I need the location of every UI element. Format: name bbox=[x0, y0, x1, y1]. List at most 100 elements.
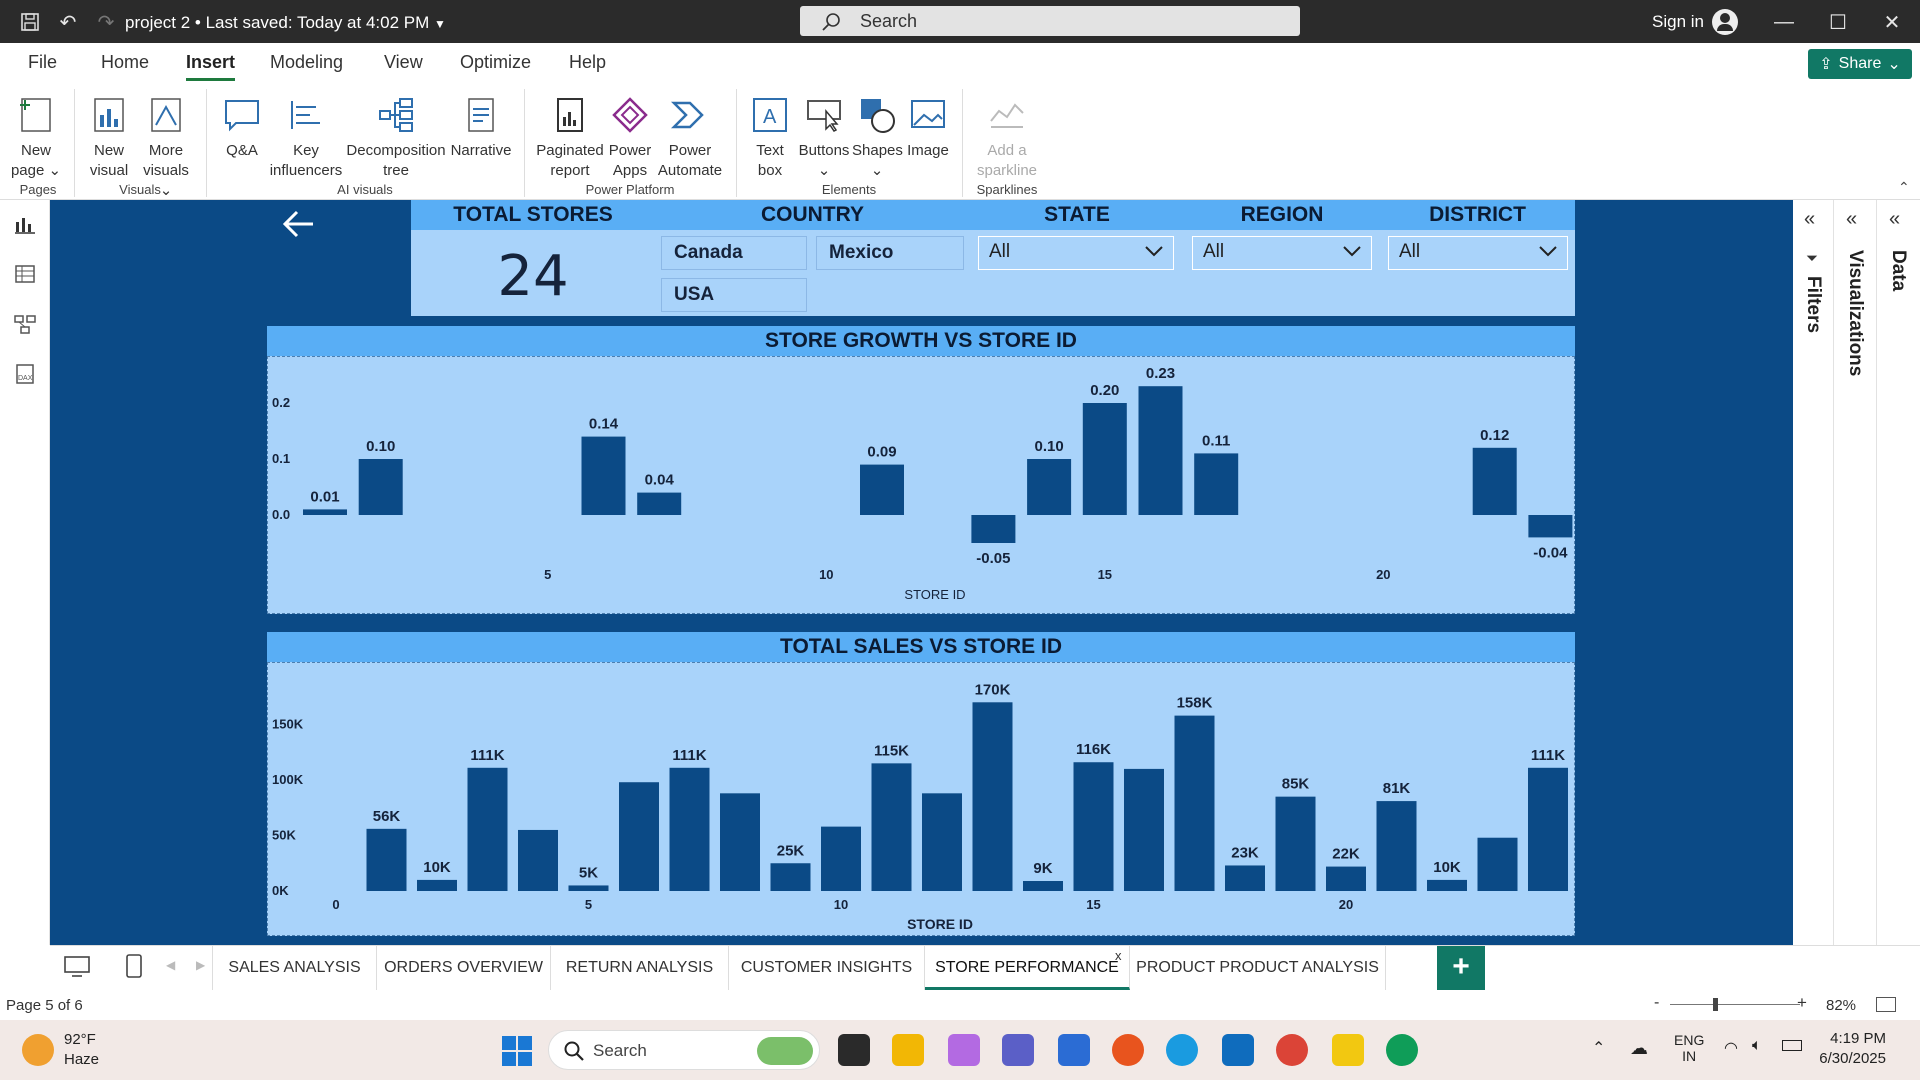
menu-file[interactable]: File bbox=[28, 52, 57, 73]
file-explorer-icon[interactable] bbox=[892, 1034, 924, 1066]
firefox-icon[interactable] bbox=[1112, 1034, 1144, 1066]
data-pane[interactable]: « Data bbox=[1877, 200, 1920, 945]
sign-in-link[interactable]: Sign in bbox=[1652, 12, 1704, 32]
narrative-button[interactable]: Narrative bbox=[448, 93, 514, 161]
desktop-layout-icon[interactable] bbox=[64, 956, 90, 983]
share-button[interactable]: ⇪ Share ⌄ bbox=[1808, 49, 1912, 79]
paginated-report-button[interactable]: Paginated report bbox=[534, 93, 606, 181]
zoom-slider-thumb[interactable] bbox=[1713, 998, 1718, 1011]
shapes-button[interactable]: Shapes ⌄ bbox=[852, 93, 903, 181]
maximize-icon[interactable]: ☐ bbox=[1824, 8, 1852, 36]
next-page-icon[interactable]: ▶ bbox=[196, 958, 205, 972]
group-elements: Elements bbox=[821, 182, 877, 197]
tab-store-performance[interactable]: STORE PERFORMANCE bbox=[925, 946, 1130, 990]
teams-icon[interactable] bbox=[1002, 1034, 1034, 1066]
country-mexico[interactable]: Mexico bbox=[816, 236, 964, 270]
back-arrow-icon[interactable] bbox=[277, 202, 321, 246]
data-label: 85K bbox=[1282, 776, 1310, 793]
undo-icon[interactable]: ↶ bbox=[54, 8, 82, 36]
add-page-button[interactable]: + bbox=[1437, 946, 1485, 990]
new-page-button[interactable]: New page ⌄ bbox=[8, 93, 64, 181]
model-view-icon[interactable] bbox=[13, 312, 37, 336]
new-page-icon bbox=[14, 93, 58, 137]
fit-to-page-icon[interactable] bbox=[1876, 997, 1896, 1012]
country-usa[interactable]: USA bbox=[661, 278, 807, 312]
bar bbox=[871, 763, 912, 891]
save-icon[interactable] bbox=[16, 8, 44, 36]
prev-page-icon[interactable]: ◀ bbox=[166, 958, 175, 972]
onedrive-icon[interactable]: ☁ bbox=[1630, 1038, 1648, 1059]
expand-filters-icon[interactable]: « bbox=[1804, 208, 1815, 231]
menu-help[interactable]: Help bbox=[569, 52, 606, 73]
qa-button[interactable]: Q&A bbox=[216, 93, 268, 161]
text-box-button[interactable]: A Text box bbox=[746, 93, 794, 181]
microsoft365-icon[interactable] bbox=[1058, 1034, 1090, 1066]
windows-taskbar: 92°F Haze Search ⌃ ☁ ENG IN ◠ 🔈︎ 4:19 PM … bbox=[0, 1020, 1920, 1080]
language-indicator[interactable]: ENG IN bbox=[1674, 1032, 1704, 1064]
collapse-ribbon-icon[interactable]: ⌃ bbox=[1898, 179, 1910, 196]
start-icon[interactable] bbox=[502, 1036, 532, 1071]
share-icon: ⇪ bbox=[1819, 56, 1833, 73]
tab-customer-insights[interactable]: CUSTOMER INSIGHTS bbox=[729, 946, 925, 990]
add-sparkline-button[interactable]: Add a sparkline bbox=[970, 93, 1044, 181]
close-tab-icon[interactable]: x bbox=[1115, 948, 1122, 963]
chrome-profile-icon[interactable] bbox=[1386, 1034, 1418, 1066]
state-dropdown[interactable]: All bbox=[978, 236, 1174, 270]
growth-chart[interactable]: 0.0 0.1 0.2 0.01 0.10 0.14 0.04 0.09 -0.05 0.10 0.… bbox=[267, 356, 1629, 614]
buttons-button[interactable]: Buttons ⌄ bbox=[794, 93, 854, 181]
edge-icon[interactable] bbox=[1166, 1034, 1198, 1066]
power-bi-icon[interactable] bbox=[1332, 1034, 1364, 1066]
wifi-icon[interactable]: ◠ bbox=[1724, 1038, 1738, 1058]
filters-pane[interactable]: « ⏷ Filters bbox=[1793, 200, 1834, 945]
dax-query-view-icon[interactable]: DAX bbox=[13, 362, 37, 386]
tab-sales-analysis[interactable]: SALES ANALYSIS bbox=[212, 946, 377, 990]
report-view-icon[interactable] bbox=[13, 212, 37, 236]
battery-icon[interactable] bbox=[1782, 1040, 1802, 1051]
minimize-icon[interactable]: — bbox=[1770, 8, 1798, 36]
decomposition-tree-button[interactable]: Decomposition tree bbox=[344, 93, 448, 181]
power-apps-button[interactable]: Power Apps bbox=[604, 93, 656, 181]
sales-chart[interactable]: 0K 50K 100K 150K 56K 10K 111K 5K 111K 25K 115K 170K… bbox=[267, 662, 1575, 936]
zoom-out-icon[interactable]: - bbox=[1654, 994, 1659, 1012]
chevron-up-icon[interactable]: ⌃ bbox=[1592, 1038, 1605, 1058]
buttons-icon bbox=[802, 93, 846, 137]
table-view-icon[interactable] bbox=[13, 262, 37, 286]
weather-icon[interactable] bbox=[22, 1034, 54, 1066]
task-view-icon[interactable] bbox=[838, 1034, 870, 1066]
menu-insert[interactable]: Insert bbox=[186, 52, 236, 81]
project-title[interactable]: project 2 • Last saved: Today at 4:02 PM… bbox=[125, 13, 446, 33]
menu-optimize[interactable]: Optimize bbox=[460, 52, 531, 73]
tab-return-analysis[interactable]: RETURN ANALYSIS bbox=[551, 946, 729, 990]
expand-data-icon[interactable]: « bbox=[1889, 208, 1900, 231]
tab-product-analysis[interactable]: PRODUCT PRODUCT ANALYSIS bbox=[1130, 946, 1386, 990]
volume-icon[interactable]: 🔈︎ bbox=[1752, 1037, 1762, 1055]
menu-modeling[interactable]: Modeling bbox=[270, 52, 343, 73]
page-tab-bar: ◀ ▶ SALES ANALYSIS ORDERS OVERVIEW RETUR… bbox=[50, 945, 1920, 990]
power-automate-button[interactable]: Power Automate bbox=[654, 93, 726, 181]
menu-home[interactable]: Home bbox=[101, 52, 149, 73]
zoom-in-icon[interactable]: + bbox=[1797, 993, 1807, 1013]
search-box[interactable]: Search bbox=[800, 6, 1300, 36]
country-canada[interactable]: Canada bbox=[661, 236, 807, 270]
chrome-icon[interactable] bbox=[1276, 1034, 1308, 1066]
district-dropdown[interactable]: All bbox=[1388, 236, 1568, 270]
zoom-slider[interactable] bbox=[1670, 1004, 1800, 1005]
chevron-down-icon bbox=[1539, 246, 1557, 257]
tab-orders-overview[interactable]: ORDERS OVERVIEW bbox=[377, 946, 551, 990]
y-tick-label: 50K bbox=[272, 828, 296, 843]
key-influencers-button[interactable]: Key influencers bbox=[266, 93, 346, 181]
image-button[interactable]: Image bbox=[902, 93, 954, 161]
redo-icon[interactable]: ↷ bbox=[92, 8, 120, 36]
account-icon[interactable] bbox=[1712, 9, 1738, 35]
region-dropdown[interactable]: All bbox=[1192, 236, 1372, 270]
visualizations-pane[interactable]: « Visualizations bbox=[1834, 200, 1877, 945]
menu-view[interactable]: View bbox=[384, 52, 423, 73]
new-visual-button[interactable]: New visual bbox=[84, 93, 134, 181]
shapes-label: Shapes ⌄ bbox=[852, 142, 903, 179]
mobile-layout-icon[interactable] bbox=[126, 954, 142, 985]
outlook-icon[interactable] bbox=[1222, 1034, 1254, 1066]
expand-visualizations-icon[interactable]: « bbox=[1846, 208, 1857, 231]
copilot-icon[interactable] bbox=[948, 1034, 980, 1066]
taskbar-search[interactable]: Search bbox=[548, 1030, 820, 1070]
close-icon[interactable]: ✕ bbox=[1878, 8, 1906, 36]
